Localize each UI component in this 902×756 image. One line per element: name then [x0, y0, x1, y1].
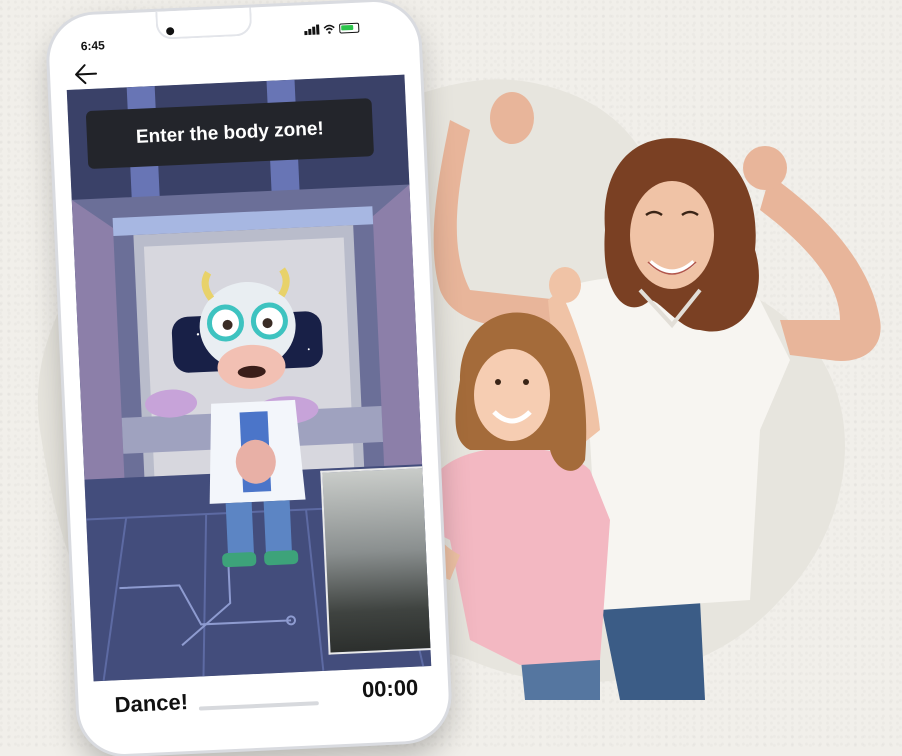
- game-viewport[interactable]: Enter the body zone!: [66, 74, 432, 682]
- wifi-icon: [323, 24, 335, 34]
- camera-preview: [320, 466, 432, 655]
- activity-label: Dance!: [114, 689, 189, 718]
- banner-text: Enter the body zone!: [135, 118, 325, 148]
- cellular-signal-icon: [304, 24, 320, 36]
- timer: 00:00: [361, 674, 419, 703]
- arrow-left-icon[interactable]: [74, 63, 99, 86]
- phone-mockup: 6:45 Enter the body zone! Dance! 00:00: [47, 0, 451, 756]
- battery-icon: [339, 22, 360, 34]
- status-time: 6:45: [80, 38, 106, 54]
